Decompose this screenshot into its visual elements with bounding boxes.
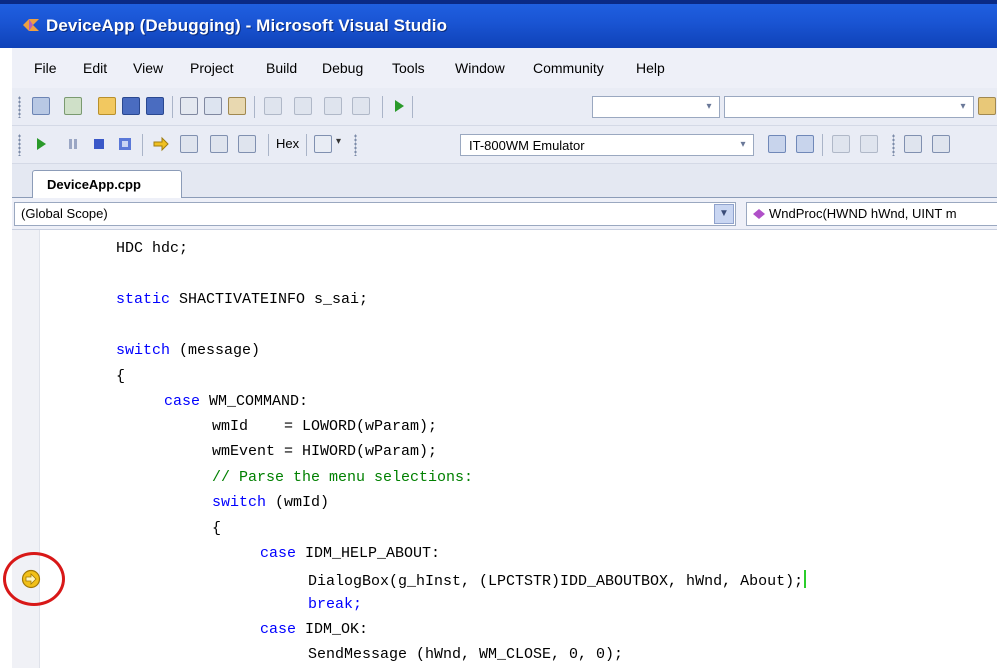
navigate-back-icon[interactable]: [324, 97, 342, 115]
member-dropdown[interactable]: WndProc(HWND hWnd, UINT m: [746, 202, 997, 226]
highlight-circle: [3, 552, 65, 606]
standard-toolbar: ▾ ▾: [12, 88, 997, 126]
navigate-forward-icon[interactable]: [352, 97, 370, 115]
window-title: DeviceApp (Debugging) - Microsoft Visual…: [46, 16, 448, 35]
code-line: HDC hdc;: [116, 240, 189, 257]
code-line: {: [116, 368, 126, 385]
text-caret: [804, 570, 807, 588]
continue-icon[interactable]: [32, 135, 50, 153]
solution-platform-combo[interactable]: ▾: [724, 96, 974, 118]
step-over-icon[interactable]: [210, 135, 228, 153]
code-line: static SHACTIVATEINFO s_sai;: [116, 291, 369, 308]
menu-help[interactable]: Help: [636, 60, 665, 76]
toolbar-grip[interactable]: [354, 134, 357, 156]
code-line: switch (wmId): [212, 494, 330, 511]
member-value: WndProc(HWND hWnd, UINT m: [769, 206, 957, 221]
debug-toolbar: Hex ▾ IT-800WM Emulator ▾: [12, 126, 997, 164]
toolbar-grip[interactable]: [892, 134, 895, 156]
code-line: {: [212, 520, 222, 537]
code-line: wmEvent = HIWORD(wParam);: [212, 443, 438, 460]
method-icon: [753, 209, 765, 219]
code-line: break;: [308, 596, 363, 613]
code-line: switch (message): [116, 342, 261, 359]
decrease-indent-icon[interactable]: [832, 135, 850, 153]
breakpoints-window-icon[interactable]: [314, 135, 332, 153]
menu-edit[interactable]: Edit: [83, 60, 107, 76]
code-line: SendMessage (hWnd, WM_CLOSE, 0, 0);: [308, 646, 624, 663]
paste-icon[interactable]: [228, 97, 246, 115]
find-in-files-icon[interactable]: [978, 97, 996, 115]
copy-icon[interactable]: [204, 97, 222, 115]
new-project-icon[interactable]: [32, 97, 50, 115]
code-line: case IDM_HELP_ABOUT:: [260, 545, 441, 562]
chevron-down-icon[interactable]: ▼: [714, 204, 734, 224]
code-line: wmId = LOWORD(wParam);: [212, 418, 438, 435]
device-options-icon[interactable]: [796, 135, 814, 153]
app-icon: [23, 19, 39, 31]
hex-button[interactable]: Hex: [276, 136, 299, 151]
menu-project[interactable]: Project: [190, 60, 234, 76]
break-all-icon[interactable]: [64, 135, 82, 153]
start-debugging-icon[interactable]: [390, 97, 408, 115]
chevron-down-icon[interactable]: ▾: [336, 136, 341, 147]
show-next-statement-icon[interactable]: [152, 135, 170, 153]
menu-window[interactable]: Window: [455, 60, 505, 76]
title-bar: DeviceApp (Debugging) - Microsoft Visual…: [0, 0, 997, 48]
target-device-value: IT-800WM Emulator: [469, 138, 585, 153]
comment-out-icon[interactable]: [904, 135, 922, 153]
code-comment: // Parse the menu selections:: [212, 469, 474, 486]
add-item-icon[interactable]: [64, 97, 82, 115]
scope-dropdown[interactable]: (Global Scope) ▼: [14, 202, 736, 226]
step-out-icon[interactable]: [238, 135, 256, 153]
cut-icon[interactable]: [180, 97, 198, 115]
save-all-icon[interactable]: [146, 97, 164, 115]
redo-icon[interactable]: [294, 97, 312, 115]
code-line: case WM_COMMAND:: [164, 393, 309, 410]
menu-file[interactable]: File: [34, 60, 57, 76]
menu-community[interactable]: Community: [533, 60, 604, 76]
stop-debugging-icon[interactable]: [90, 135, 108, 153]
connect-device-icon[interactable]: [768, 135, 786, 153]
target-device-combo[interactable]: IT-800WM Emulator ▾: [460, 134, 754, 156]
code-line: case IDM_OK:: [260, 621, 369, 638]
save-icon[interactable]: [122, 97, 140, 115]
increase-indent-icon[interactable]: [860, 135, 878, 153]
uncomment-icon[interactable]: [932, 135, 950, 153]
tab-deviceapp-cpp[interactable]: DeviceApp.cpp: [32, 170, 182, 199]
menu-tools[interactable]: Tools: [392, 60, 425, 76]
toolbar-grip[interactable]: [18, 134, 21, 156]
tab-label: DeviceApp.cpp: [47, 177, 141, 192]
restart-icon[interactable]: [116, 135, 134, 153]
current-statement-line: DialogBox(g_hInst, (LPCTSTR)IDD_ABOUTBOX…: [308, 570, 807, 592]
solution-config-combo[interactable]: ▾: [592, 96, 720, 118]
undo-icon[interactable]: [264, 97, 282, 115]
open-file-icon[interactable]: [98, 97, 116, 115]
menu-view[interactable]: View: [133, 60, 163, 76]
toolbar-grip[interactable]: [18, 96, 21, 118]
menu-debug[interactable]: Debug: [322, 60, 363, 76]
step-into-icon[interactable]: [180, 135, 198, 153]
navigation-bar: (Global Scope) ▼ WndProc(HWND hWnd, UINT…: [12, 198, 997, 230]
menu-build[interactable]: Build: [266, 60, 297, 76]
code-editor[interactable]: HDC hdc; static SHACTIVATEINFO s_sai; sw…: [12, 230, 997, 668]
menu-bar: File Edit View Project Build Debug Tools…: [12, 48, 997, 88]
scope-value: (Global Scope): [21, 206, 108, 221]
document-tab-strip: DeviceApp.cpp: [12, 164, 997, 199]
